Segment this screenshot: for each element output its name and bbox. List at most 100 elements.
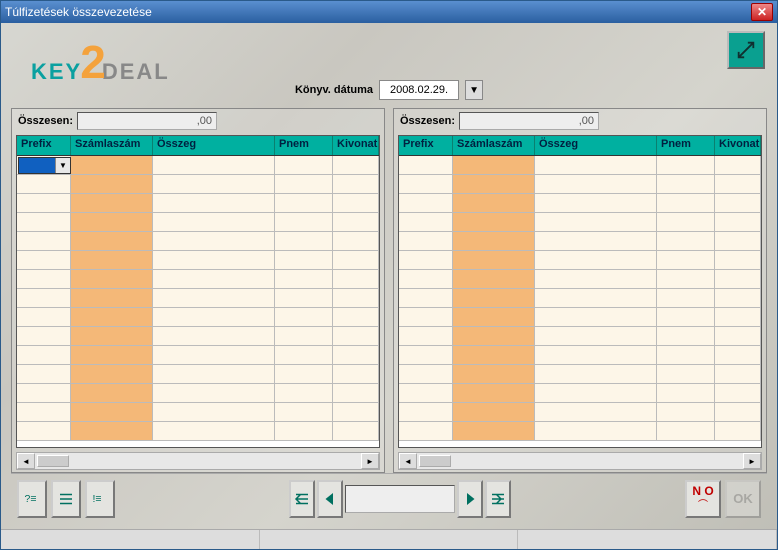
scroll-left-button[interactable]: ◄ [17,453,35,469]
table-cell[interactable] [17,270,71,289]
table-cell[interactable] [17,403,71,422]
table-cell[interactable] [17,175,71,194]
table-cell[interactable] [275,175,333,194]
table-cell[interactable] [715,251,761,270]
table-cell[interactable] [399,213,453,232]
table-cell[interactable] [333,403,379,422]
table-cell[interactable] [399,194,453,213]
table-cell[interactable] [71,289,153,308]
table-cell[interactable] [153,251,275,270]
table-cell[interactable] [275,270,333,289]
table-cell[interactable] [535,194,657,213]
table-cell[interactable] [71,346,153,365]
list-button-1[interactable] [51,480,81,518]
table-row[interactable] [399,213,761,232]
table-cell[interactable] [399,308,453,327]
table-cell[interactable] [71,365,153,384]
table-cell[interactable] [715,308,761,327]
scroll-thumb[interactable] [419,455,451,467]
table-cell[interactable] [453,308,535,327]
prefix-combo-dropdown[interactable]: ▼ [55,158,70,173]
table-cell[interactable] [333,270,379,289]
col-header-kivonat[interactable]: Kivonat [715,136,761,155]
table-row[interactable] [17,270,379,289]
table-cell[interactable] [453,346,535,365]
table-cell[interactable] [453,365,535,384]
table-row[interactable] [399,365,761,384]
table-cell[interactable] [453,156,535,175]
table-cell[interactable] [715,365,761,384]
table-cell[interactable] [715,175,761,194]
table-cell[interactable] [153,308,275,327]
col-header-prefix[interactable]: Prefix [17,136,71,155]
table-row[interactable] [17,346,379,365]
table-cell[interactable] [453,175,535,194]
table-cell[interactable] [275,327,333,346]
table-cell[interactable] [333,384,379,403]
table-row[interactable] [17,213,379,232]
help-button[interactable]: ?≡ [17,480,47,518]
table-cell[interactable] [715,232,761,251]
table-cell[interactable] [715,270,761,289]
table-cell[interactable] [453,270,535,289]
table-row[interactable] [399,156,761,175]
table-cell[interactable] [657,270,715,289]
table-cell[interactable] [535,270,657,289]
table-cell[interactable] [535,232,657,251]
table-cell[interactable] [153,213,275,232]
table-cell[interactable] [657,308,715,327]
table-cell[interactable] [17,327,71,346]
table-row[interactable] [399,308,761,327]
scroll-right-button[interactable]: ► [743,453,761,469]
table-cell[interactable] [399,175,453,194]
table-cell[interactable] [333,422,379,441]
table-cell[interactable] [453,232,535,251]
table-cell[interactable] [71,308,153,327]
right-hscroll[interactable]: ◄ ► [398,452,762,470]
prefix-combo-value[interactable] [19,158,55,173]
move-right-button[interactable] [457,480,483,518]
col-header-osszeg[interactable]: Összeg [535,136,657,155]
table-cell[interactable] [17,346,71,365]
scroll-right-button[interactable]: ► [361,453,379,469]
table-cell[interactable] [275,346,333,365]
table-cell[interactable] [399,422,453,441]
table-cell[interactable] [657,194,715,213]
table-cell[interactable] [153,384,275,403]
table-cell[interactable] [535,289,657,308]
table-cell[interactable] [399,384,453,403]
table-cell[interactable] [535,422,657,441]
left-hscroll[interactable]: ◄ ► [16,452,380,470]
table-cell[interactable] [333,213,379,232]
table-cell[interactable] [657,403,715,422]
table-cell[interactable] [153,175,275,194]
cancel-button[interactable]: N O ⌒ [685,480,721,518]
scroll-left-button[interactable]: ◄ [399,453,417,469]
table-cell[interactable] [71,327,153,346]
table-cell[interactable] [333,346,379,365]
table-cell[interactable] [275,365,333,384]
move-left-button[interactable] [317,480,343,518]
table-cell[interactable] [399,289,453,308]
table-cell[interactable] [153,365,275,384]
col-header-szamlaszam[interactable]: Számlaszám [453,136,535,155]
right-grid-body[interactable] [399,156,761,447]
close-button[interactable]: ✕ [751,3,773,21]
table-row[interactable] [399,270,761,289]
col-header-pnem[interactable]: Pnem [275,136,333,155]
table-cell[interactable] [333,175,379,194]
table-row[interactable] [17,327,379,346]
table-cell[interactable] [399,156,453,175]
table-cell[interactable] [657,213,715,232]
left-grid[interactable]: Prefix Számlaszám Összeg Pnem Kivonat ▼ [16,135,380,448]
table-cell[interactable] [333,251,379,270]
table-cell[interactable] [153,289,275,308]
table-cell[interactable] [333,327,379,346]
table-cell[interactable] [333,156,379,175]
table-cell[interactable] [399,346,453,365]
table-cell[interactable] [453,289,535,308]
table-row[interactable] [17,384,379,403]
table-cell[interactable] [535,403,657,422]
table-row[interactable] [17,422,379,441]
table-row[interactable] [399,403,761,422]
